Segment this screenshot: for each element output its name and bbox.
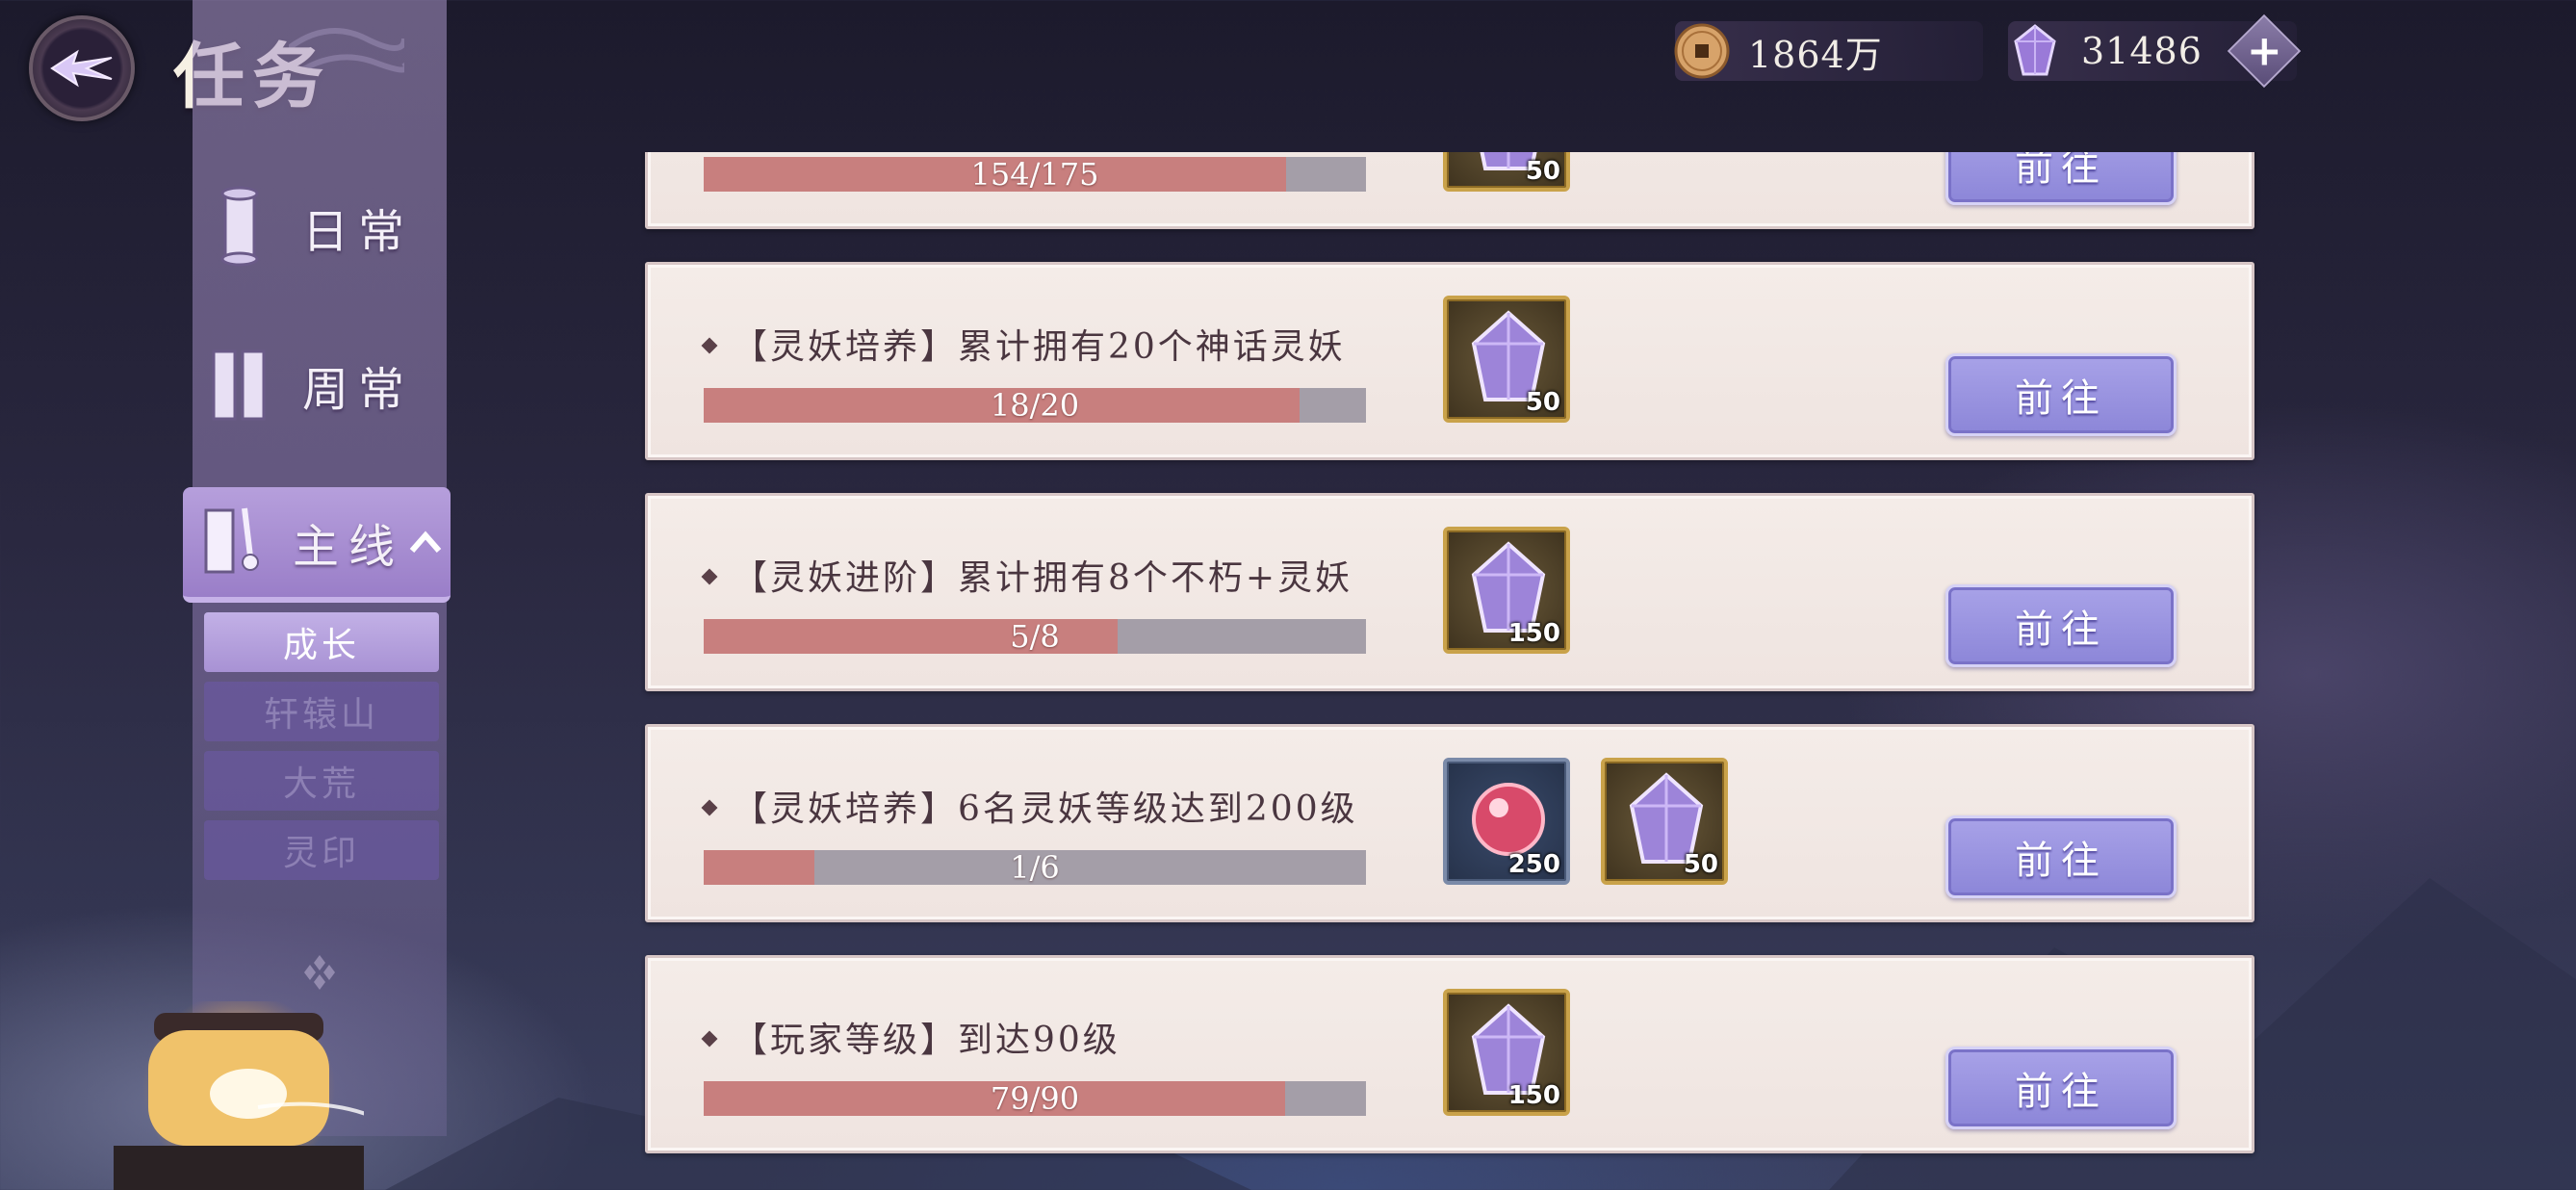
coin-amount: 1864万 [1748,33,1883,76]
progress-text: 18/20 [990,387,1080,424]
chevron-up-icon [409,530,442,553]
progress-bar: 154/175 [704,157,1366,192]
progress-text: 79/90 [990,1080,1080,1117]
scroll-brush-icon [204,507,259,574]
reward-slot[interactable]: 250 [1443,758,1570,885]
task-title: 【灵妖培养】累计拥有20个神话灵妖 [733,327,1346,367]
sidebar-item-daily[interactable]: 日常 [193,169,447,285]
purple-crystal-icon [2014,24,2056,76]
go-button[interactable]: 前往 [1945,584,2177,667]
progress-bar: 5/8 [704,619,1366,654]
reward-slot[interactable]: 50 [1443,152,1570,192]
go-button[interactable]: 前往 [1945,815,2177,898]
sidebar-item-weekly[interactable]: 周常 [193,327,447,443]
plus-icon: + [2246,26,2282,75]
reward-quantity: 50 [1683,850,1718,879]
diamond-decoration-icon [304,955,335,990]
task-title: 【玩家等级】到达90级 [733,1021,1121,1060]
task-title: 【灵妖培养】6名灵妖等级达到200级 [733,789,1358,829]
progress-text: 154/175 [970,156,1099,193]
sub-tab-xuanyuan[interactable]: 轩辕山 [204,682,439,741]
reward-slot[interactable]: 50 [1601,758,1728,885]
gem-amount: 31486 [2081,30,2202,72]
sidebar-item-label: 周常 [302,363,415,417]
go-button[interactable]: 前往 [1945,1047,2177,1129]
back-arrow-icon [50,49,113,88]
reward-quantity: 150 [1507,619,1560,648]
task-card: 【灵妖培养】6名灵妖等级达到200级 1/6 250 50 前往 [645,724,2254,922]
scroll-icon [220,186,259,267]
reward-quantity: 250 [1507,850,1560,879]
reward-slot[interactable]: 150 [1443,527,1570,654]
go-button[interactable]: 前往 [1945,353,2177,436]
reward-slot[interactable]: 50 [1443,296,1570,423]
double-scroll-icon [212,349,266,421]
sidebar-item-main[interactable]: 主线 [183,487,451,603]
go-button[interactable]: 前往 [1945,152,2177,205]
sub-tab-lingyin[interactable]: 灵印 [204,820,439,880]
task-card: 【灵妖培养】累计拥有20个神话灵妖 18/20 50 前往 [645,262,2254,460]
task-card: 154/175 50 前往 [645,152,2254,229]
back-button[interactable] [29,15,135,121]
task-card: 【灵妖进阶】累计拥有8个不朽+灵妖 5/8 150 前往 [645,493,2254,691]
task-list[interactable]: 154/175 50 前往 【灵妖培养】累计拥有20个神话灵妖 18/20 50… [641,152,2278,1190]
progress-bar: 18/20 [704,388,1366,423]
sidebar-item-label: 日常 [302,205,415,259]
lantern-icon [114,1001,364,1190]
reward-quantity: 50 [1525,388,1560,417]
reward-slot[interactable]: 150 [1443,989,1570,1116]
sub-tab-growth[interactable]: 成长 [204,612,439,672]
sub-tab-dahuang[interactable]: 大荒 [204,751,439,811]
coin-counter: 1864万 [1674,21,1983,81]
sidebar-item-label: 主线 [293,520,405,574]
bullet-icon [701,337,718,354]
progress-bar: 79/90 [704,1081,1366,1116]
progress-text: 1/6 [1010,849,1060,886]
task-title: 【灵妖进阶】累计拥有8个不朽+灵妖 [733,558,1353,598]
task-card: 【玩家等级】到达90级 79/90 150 前往 [645,955,2254,1153]
copper-coin-icon [1674,23,1730,79]
bullet-icon [701,568,718,585]
reward-quantity: 150 [1507,1081,1560,1110]
reward-quantity: 50 [1525,157,1560,186]
progress-bar: 1/6 [704,850,1366,885]
bullet-icon [701,799,718,816]
progress-text: 5/8 [1010,618,1060,655]
bullet-icon [701,1030,718,1048]
